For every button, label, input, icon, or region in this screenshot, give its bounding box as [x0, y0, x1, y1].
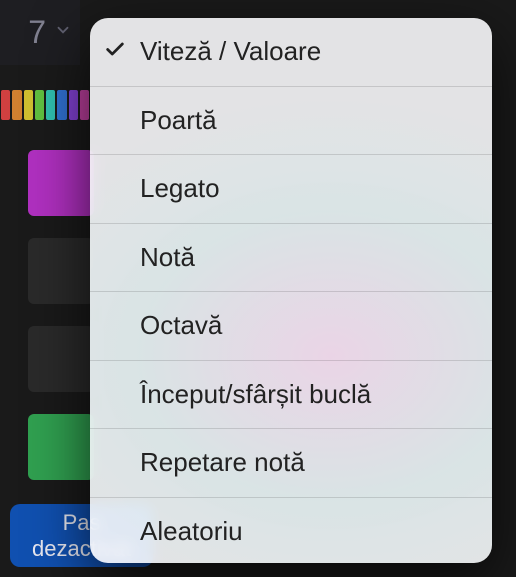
- chevron-down-icon[interactable]: [54, 21, 72, 44]
- palette-chip[interactable]: [57, 90, 66, 120]
- menu-item[interactable]: Viteză / Valoare: [90, 18, 492, 87]
- menu-item-label: Aleatoriu: [140, 516, 243, 547]
- color-palette-strip: [0, 75, 90, 135]
- palette-chip[interactable]: [24, 90, 33, 120]
- palette-chip[interactable]: [46, 90, 55, 120]
- menu-item[interactable]: Octavă: [90, 292, 492, 361]
- grid-cell[interactable]: [28, 414, 94, 480]
- menu-item[interactable]: Poartă: [90, 87, 492, 156]
- menu-item[interactable]: Aleatoriu: [90, 498, 492, 564]
- grid-cell[interactable]: [28, 326, 94, 392]
- menu-item[interactable]: Repetare notă: [90, 429, 492, 498]
- menu-item-label: Octavă: [140, 310, 222, 341]
- palette-chip[interactable]: [12, 90, 21, 120]
- menu-item[interactable]: Început/sfârșit buclă: [90, 361, 492, 430]
- menu-item-label: Poartă: [140, 105, 217, 136]
- palette-chip[interactable]: [35, 90, 44, 120]
- palette-chip[interactable]: [1, 90, 10, 120]
- grid-cell[interactable]: [28, 150, 94, 216]
- grid-cell[interactable]: [28, 238, 94, 304]
- menu-item[interactable]: Notă: [90, 224, 492, 293]
- menu-item-label: Notă: [140, 242, 195, 273]
- top-bar: 7: [0, 0, 80, 65]
- menu-item-label: Viteză / Valoare: [140, 36, 321, 67]
- value-readout: 7: [28, 14, 46, 51]
- menu-item-label: Repetare notă: [140, 447, 305, 478]
- edit-mode-popover: Viteză / Valoare Poartă Legato Notă Octavă În…: [90, 18, 492, 563]
- checkmark-icon: [104, 38, 126, 65]
- menu-item[interactable]: Legato: [90, 155, 492, 224]
- palette-chip[interactable]: [69, 90, 78, 120]
- menu-item-label: Legato: [140, 173, 220, 204]
- palette-chip[interactable]: [80, 90, 89, 120]
- menu-item-label: Început/sfârșit buclă: [140, 379, 371, 410]
